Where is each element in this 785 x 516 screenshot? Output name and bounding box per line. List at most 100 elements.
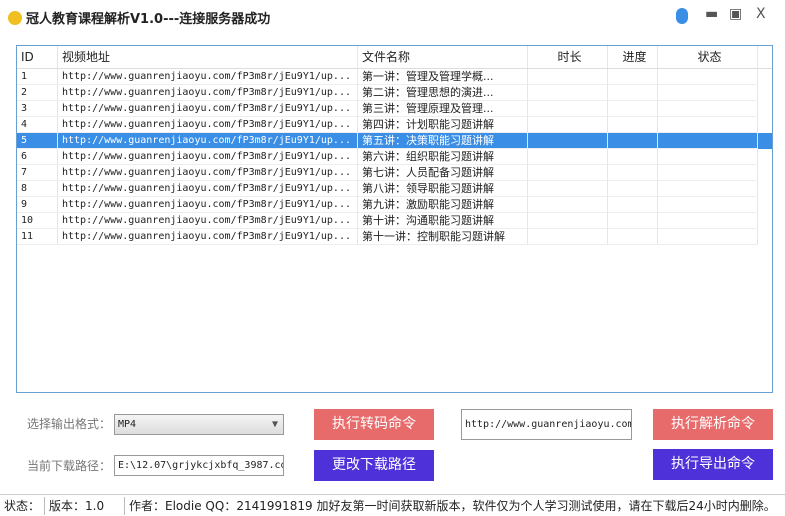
row-name: 第十一讲：控制职能习题讲解 xyxy=(358,229,528,245)
row-name: 第三讲：管理原理及管理... xyxy=(358,101,528,117)
row-name: 第七讲：人员配备习题讲解 xyxy=(358,165,528,181)
row-id: 7 xyxy=(17,165,58,181)
window-title: 冠人教育课程解析V1.0---连接服务器成功 xyxy=(8,8,270,27)
row-name: 第一讲：管理及管理学概... xyxy=(358,69,528,85)
row-url: http://www.guanrenjiaoyu.com/fP3m8r/jEu9… xyxy=(58,133,358,149)
row-status xyxy=(658,213,758,229)
table-row[interactable]: 5 http://www.guanrenjiaoyu.com/fP3m8r/jEu… xyxy=(17,133,772,149)
table-row[interactable]: 2 http://www.guanrenjiaoyu.com/fP3m8r/jEu… xyxy=(17,85,772,101)
row-url: http://www.guanrenjiaoyu.com/fP3m8r/jEu9… xyxy=(58,181,358,197)
row-name: 第八讲：领导职能习题讲解 xyxy=(358,181,528,197)
row-duration xyxy=(528,181,608,197)
row-progress xyxy=(608,133,658,149)
row-progress xyxy=(608,213,658,229)
row-url: http://www.guanrenjiaoyu.com/fP3m8r/jEu9… xyxy=(58,213,358,229)
minimize-button[interactable]: ▬ xyxy=(705,6,718,22)
row-progress xyxy=(608,101,658,117)
url-input[interactable]: http://www.guanrenjiaoyu.com xyxy=(461,409,632,440)
video-table[interactable]: ID 视频地址 文件名称 时长 进度 状态 1 http://www.guanre… xyxy=(16,45,773,393)
transcode-button[interactable]: 执行转码命令 xyxy=(314,409,434,440)
row-duration xyxy=(528,101,608,117)
parse-button[interactable]: 执行解析命令 xyxy=(653,409,773,440)
row-status xyxy=(658,85,758,101)
row-duration xyxy=(528,197,608,213)
path-input[interactable]: E:\12.07\grjykcjxbfq_3987.co xyxy=(114,455,284,476)
header-id[interactable]: ID xyxy=(17,46,58,68)
table-row[interactable]: 8 http://www.guanrenjiaoyu.com/fP3m8r/jEu… xyxy=(17,181,772,197)
row-name: 第二讲：管理思想的演进... xyxy=(358,85,528,101)
row-id: 4 xyxy=(17,117,58,133)
row-duration xyxy=(528,165,608,181)
row-name: 第五讲：决策职能习题讲解 xyxy=(358,133,528,149)
header-name[interactable]: 文件名称 xyxy=(358,46,528,68)
row-progress xyxy=(608,197,658,213)
row-status xyxy=(658,197,758,213)
row-progress xyxy=(608,229,658,245)
row-status xyxy=(658,133,758,149)
row-status xyxy=(658,149,758,165)
maximize-button[interactable]: ▣ xyxy=(729,6,742,22)
row-id: 1 xyxy=(17,69,58,85)
header-url[interactable]: 视频地址 xyxy=(58,46,358,68)
skin-icon[interactable] xyxy=(676,8,688,24)
chevron-down-icon: ▼ xyxy=(271,419,278,430)
row-url: http://www.guanrenjiaoyu.com/fP3m8r/jEu9… xyxy=(58,197,358,213)
row-name: 第九讲：激励职能习题讲解 xyxy=(358,197,528,213)
row-name: 第六讲：组织职能习题讲解 xyxy=(358,149,528,165)
row-status xyxy=(658,117,758,133)
row-name: 第十讲：沟通职能习题讲解 xyxy=(358,213,528,229)
close-button[interactable]: X xyxy=(756,6,766,22)
row-id: 3 xyxy=(17,101,58,117)
row-url: http://www.guanrenjiaoyu.com/fP3m8r/jEu9… xyxy=(58,149,358,165)
row-duration xyxy=(528,117,608,133)
row-progress xyxy=(608,181,658,197)
status-bar: 状态： 版本：1.0 作者：Elodie QQ：2141991819 加好友第一… xyxy=(0,494,785,516)
table-header: ID 视频地址 文件名称 时长 进度 状态 xyxy=(17,46,772,69)
row-progress xyxy=(608,85,658,101)
export-button[interactable]: 执行导出命令 xyxy=(653,449,773,480)
row-id: 2 xyxy=(17,85,58,101)
path-label: 当前下载路径： xyxy=(27,459,112,473)
app-logo-icon xyxy=(8,10,22,25)
row-id: 10 xyxy=(17,213,58,229)
row-status xyxy=(658,181,758,197)
change-path-button[interactable]: 更改下载路径 xyxy=(314,450,434,481)
status-label: 状态： xyxy=(0,496,46,515)
header-progress[interactable]: 进度 xyxy=(608,46,658,68)
row-duration xyxy=(528,229,608,245)
table-row[interactable]: 7 http://www.guanrenjiaoyu.com/fP3m8r/jEu… xyxy=(17,165,772,181)
table-row[interactable]: 11 http://www.guanrenjiaoyu.com/fP3m8r/jE… xyxy=(17,229,772,245)
row-url: http://www.guanrenjiaoyu.com/fP3m8r/jEu9… xyxy=(58,101,358,117)
row-progress xyxy=(608,69,658,85)
row-progress xyxy=(608,117,658,133)
row-id: 11 xyxy=(17,229,58,245)
row-status xyxy=(658,165,758,181)
row-url: http://www.guanrenjiaoyu.com/fP3m8r/jEu9… xyxy=(58,117,358,133)
row-id: 8 xyxy=(17,181,58,197)
format-select[interactable]: MP4 ▼ xyxy=(114,414,284,435)
table-row[interactable]: 9 http://www.guanrenjiaoyu.com/fP3m8r/jEu… xyxy=(17,197,772,213)
version-text: 版本：1.0 xyxy=(45,496,126,515)
table-row[interactable]: 4 http://www.guanrenjiaoyu.com/fP3m8r/jEu… xyxy=(17,117,772,133)
table-row[interactable]: 3 http://www.guanrenjiaoyu.com/fP3m8r/jEu… xyxy=(17,101,772,117)
row-url: http://www.guanrenjiaoyu.com/fP3m8r/jEu9… xyxy=(58,85,358,101)
row-progress xyxy=(608,165,658,181)
header-status[interactable]: 状态 xyxy=(658,46,758,68)
row-status xyxy=(658,229,758,245)
row-duration xyxy=(528,133,608,149)
row-status xyxy=(658,101,758,117)
row-duration xyxy=(528,85,608,101)
table-row[interactable]: 6 http://www.guanrenjiaoyu.com/fP3m8r/jEu… xyxy=(17,149,772,165)
table-row[interactable]: 1 http://www.guanrenjiaoyu.com/fP3m8r/jEu… xyxy=(17,69,772,85)
row-duration xyxy=(528,213,608,229)
format-label: 选择输出格式： xyxy=(27,417,112,431)
row-url: http://www.guanrenjiaoyu.com/fP3m8r/jEu9… xyxy=(58,165,358,181)
header-duration[interactable]: 时长 xyxy=(528,46,608,68)
row-id: 5 xyxy=(17,133,58,149)
row-name: 第四讲：计划职能习题讲解 xyxy=(358,117,528,133)
row-id: 6 xyxy=(17,149,58,165)
row-duration xyxy=(528,149,608,165)
row-status xyxy=(658,69,758,85)
row-url: http://www.guanrenjiaoyu.com/fP3m8r/jEu9… xyxy=(58,229,358,245)
table-row[interactable]: 10 http://www.guanrenjiaoyu.com/fP3m8r/jE… xyxy=(17,213,772,229)
